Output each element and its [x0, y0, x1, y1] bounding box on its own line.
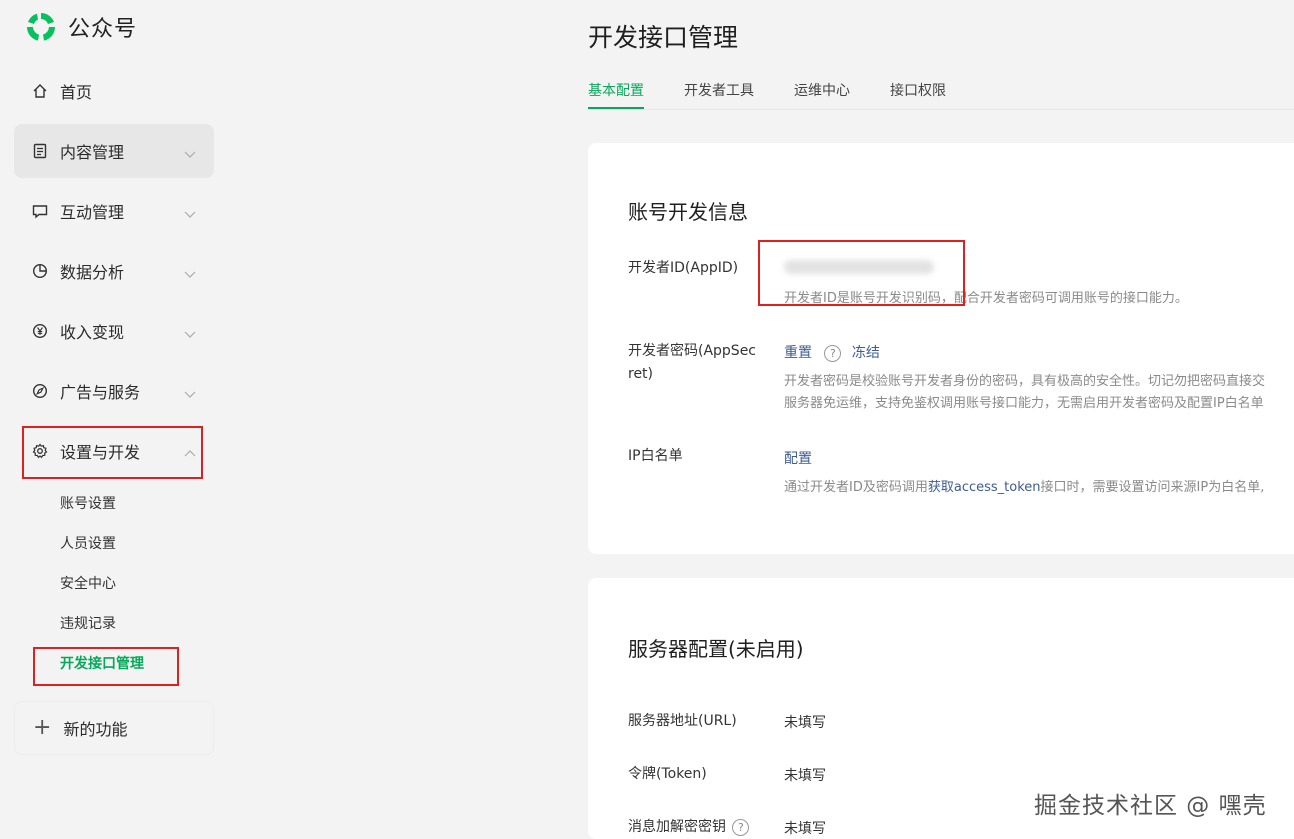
gear-icon [32, 443, 48, 459]
new-feature-label: 新的功能 [63, 720, 128, 739]
sidebar-item-label: 设置与开发 [60, 443, 141, 462]
ip-whitelist-label: IP白名单 [628, 448, 683, 464]
chevron-down-icon [184, 265, 196, 278]
home-icon [32, 83, 48, 99]
ip-desc-text: 通过开发者ID及密码调用 [784, 480, 928, 495]
appsecret-description-line1: 开发者密码是校验账号开发者身份的密码，具有极高的安全性。切记勿把密码直接交 [784, 374, 1266, 389]
chevron-down-icon [184, 385, 196, 398]
ip-desc-text: 接口时，需要设置访问来源IP为白名单, [1040, 480, 1265, 495]
sidebar-item-home[interactable]: 首页 [14, 64, 214, 118]
tab-dev-tools[interactable]: 开发者工具 [684, 80, 754, 109]
appid-description: 开发者ID是账号开发识别码，配合开发者密码可调用账号的接口能力。 [784, 291, 1188, 306]
sidebar-item-label: 数据分析 [60, 263, 125, 282]
plus-icon: + [33, 715, 52, 740]
app-name: 公众号 [68, 17, 138, 42]
aes-key-value: 未填写 [784, 821, 826, 837]
appsecret-label-line2: ret) [628, 366, 654, 382]
appid-label: 开发者ID(AppID) [628, 260, 739, 276]
page-title: 开发接口管理 [588, 23, 739, 52]
sidebar-item-settings-dev[interactable]: 设置与开发 [14, 424, 214, 478]
help-icon[interactable]: ? [732, 818, 750, 836]
tab-basic-config[interactable]: 基本配置 [588, 80, 644, 109]
sidebar-item-ads[interactable]: 广告与服务 [14, 364, 214, 418]
sidebar-item-label: 广告与服务 [60, 383, 141, 402]
help-icon[interactable]: ? [824, 344, 842, 362]
sub-item-member-settings[interactable]: 人员设置 [60, 534, 116, 554]
account-dev-info-card: 账号开发信息 开发者ID(AppID) 开发者ID是账号开发识别码，配合开发者密… [588, 143, 1294, 554]
access-token-link[interactable]: 获取access_token [928, 480, 1041, 495]
sidebar: 公众号 首页 内容管理 互动管理 数据分析 收入变现 广告与服务 设置与开发 账… [0, 0, 230, 839]
compass-icon [32, 383, 48, 399]
ip-whitelist-config-link[interactable]: 配置 [784, 448, 812, 468]
appsecret-actions: 重置 ? 冻结 [784, 342, 880, 362]
sub-item-dev-interface[interactable]: 开发接口管理 [60, 654, 144, 674]
ip-whitelist-description: 通过开发者ID及密码调用获取access_token接口时，需要设置访问来源IP… [784, 477, 1264, 498]
watermark: 掘金技术社区 @ 嘿壳 [1034, 793, 1267, 819]
card-title: 服务器配置(未启用) [628, 637, 804, 661]
aes-key-label-text: 消息加解密密钥 [628, 819, 726, 835]
appsecret-description-line2: 服务器免运维，支持免鉴权调用账号接口能力，无需启用开发者密码及配置IP白名单 [784, 396, 1264, 411]
sub-item-security-center[interactable]: 安全中心 [60, 574, 116, 594]
server-url-label: 服务器地址(URL) [628, 713, 737, 729]
sidebar-item-label: 首页 [60, 83, 93, 102]
token-label: 令牌(Token) [628, 766, 707, 782]
app-logo[interactable]: 公众号 [24, 10, 137, 44]
sidebar-item-monetization[interactable]: 收入变现 [14, 304, 214, 358]
chat-icon [32, 203, 48, 219]
new-feature-button[interactable]: + 新的功能 [14, 701, 214, 755]
freeze-secret-link[interactable]: 冻结 [852, 345, 880, 361]
sidebar-item-label: 内容管理 [60, 143, 125, 162]
chevron-down-icon [184, 325, 196, 338]
yen-icon [32, 323, 48, 339]
sidebar-item-analytics[interactable]: 数据分析 [14, 244, 214, 298]
document-icon [32, 143, 48, 159]
sidebar-item-label: 互动管理 [60, 203, 125, 222]
server-url-value: 未填写 [784, 715, 826, 731]
app-window: 公众号 首页 内容管理 互动管理 数据分析 收入变现 广告与服务 设置与开发 账… [0, 0, 1294, 839]
sub-item-account-settings[interactable]: 账号设置 [60, 494, 116, 514]
tab-ops-center[interactable]: 运维中心 [794, 80, 850, 109]
sidebar-item-content[interactable]: 内容管理 [14, 124, 214, 178]
appid-value-redacted [784, 260, 934, 274]
sub-item-violation-records[interactable]: 违规记录 [60, 614, 116, 634]
chevron-up-icon [184, 445, 196, 457]
sidebar-item-label: 收入变现 [60, 323, 125, 342]
reset-secret-link[interactable]: 重置 [784, 345, 812, 361]
sidebar-item-interaction[interactable]: 互动管理 [14, 184, 214, 238]
wechat-official-logo-icon [27, 13, 55, 41]
token-value: 未填写 [784, 768, 826, 784]
tab-bar: 基本配置 开发者工具 运维中心 接口权限 [588, 80, 1294, 110]
tab-api-permissions[interactable]: 接口权限 [890, 80, 946, 109]
card-title: 账号开发信息 [628, 200, 748, 224]
chevron-down-icon [184, 205, 196, 218]
aes-key-label: 消息加解密密钥 ? [628, 816, 750, 839]
chevron-down-icon [184, 145, 196, 158]
pie-chart-icon [32, 263, 48, 279]
appsecret-label-line1: 开发者密码(AppSec [628, 343, 757, 359]
